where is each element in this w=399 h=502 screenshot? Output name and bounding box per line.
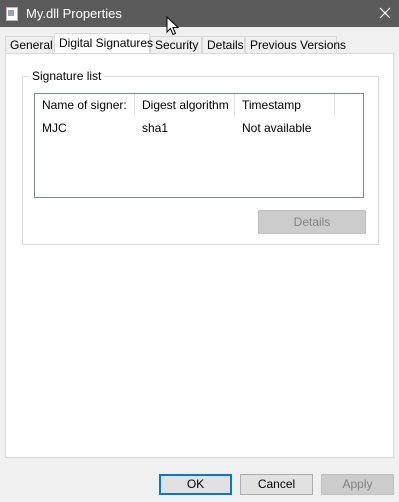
list-item[interactable]: MJC sha1 Not available (35, 118, 363, 138)
window-title: My.dll Properties (26, 6, 122, 21)
tab-digital-signatures[interactable]: Digital Signatures (54, 33, 153, 53)
mouse-cursor-icon (166, 16, 180, 36)
close-icon (379, 7, 391, 19)
dll-file-icon (6, 7, 18, 21)
tab-security[interactable]: Security (150, 36, 202, 53)
signature-list-group: Signature list Name of signer: Digest al… (22, 69, 379, 245)
column-header-digest[interactable]: Digest algorithm (135, 94, 235, 116)
properties-dialog: My.dll Properties General Digital Signat… (0, 0, 399, 502)
tab-general[interactable]: General (5, 36, 53, 53)
digital-signatures-panel: Signature list Name of signer: Digest al… (5, 53, 394, 458)
ok-button[interactable]: OK (159, 474, 232, 495)
signer-name: MJC (42, 121, 67, 135)
tab-previous-versions[interactable]: Previous Versions (245, 36, 346, 53)
column-header-signer[interactable]: Name of signer: (35, 94, 135, 116)
apply-button[interactable]: Apply (321, 474, 394, 495)
list-header: Name of signer: Digest algorithm Timesta… (35, 94, 363, 116)
tab-details[interactable]: Details (202, 36, 245, 53)
cancel-button[interactable]: Cancel (240, 474, 313, 495)
digest-algorithm: sha1 (142, 121, 169, 135)
column-header-timestamp[interactable]: Timestamp (235, 94, 335, 116)
group-label: Signature list (29, 69, 105, 83)
signature-details-button[interactable]: Details (258, 210, 366, 234)
close-button[interactable] (371, 0, 399, 27)
signature-list[interactable]: Name of signer: Digest algorithm Timesta… (34, 93, 364, 198)
title-bar[interactable]: My.dll Properties (0, 0, 399, 27)
timestamp: Not available (242, 121, 312, 135)
